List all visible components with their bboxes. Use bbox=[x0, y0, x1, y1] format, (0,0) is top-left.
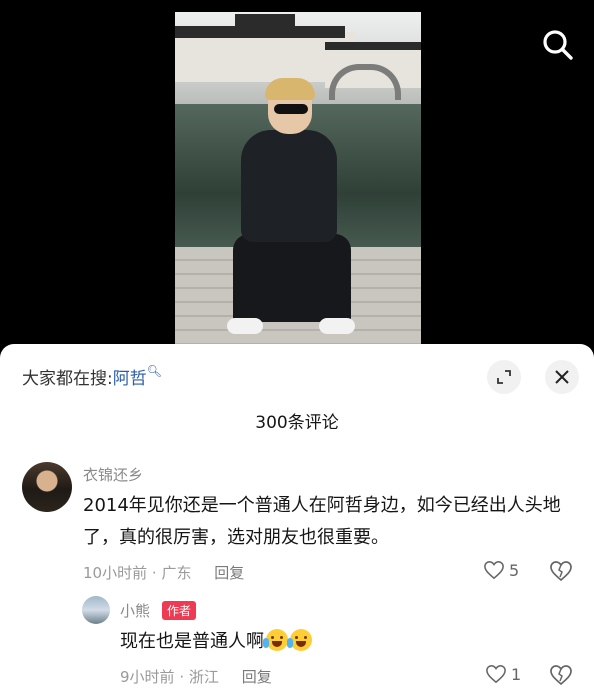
broken-heart-icon bbox=[550, 665, 572, 686]
hot-search-bar[interactable]: 大家都在搜:阿哲🔍︎ bbox=[22, 364, 162, 389]
like-button[interactable]: 5 bbox=[483, 560, 519, 580]
expand-button[interactable] bbox=[487, 360, 521, 394]
video-frame bbox=[175, 12, 421, 344]
comment-username[interactable]: 衣锦还乡 bbox=[83, 464, 143, 485]
comment-meta: 10小时前 · 广东 回复 bbox=[83, 564, 245, 582]
comment-text: 2014年见你还是一个普通人在阿哲身边，如今已经出人头地了，真的很厉害，选对朋友… bbox=[83, 495, 561, 548]
comment-meta: 9小时前 · 浙江 回复 bbox=[120, 668, 272, 686]
comments-panel: 大家都在搜:阿哲🔍︎ 300条评论 衣锦还乡 2014年见你还是一个普通人在阿哲… bbox=[0, 344, 594, 693]
avatar[interactable] bbox=[22, 462, 72, 512]
like-count: 1 bbox=[511, 664, 522, 684]
heart-icon bbox=[484, 561, 504, 580]
dislike-button[interactable] bbox=[549, 560, 573, 586]
like-button[interactable]: 1 bbox=[485, 664, 521, 684]
close-button[interactable] bbox=[545, 360, 579, 394]
broken-heart-icon bbox=[550, 561, 572, 582]
reply-button[interactable]: 回复 bbox=[242, 668, 272, 686]
avatar[interactable] bbox=[82, 596, 110, 624]
comment-count: 300条评论 bbox=[255, 413, 339, 433]
close-icon bbox=[555, 370, 569, 384]
expand-icon bbox=[497, 370, 511, 384]
crying-laughing-emoji bbox=[287, 629, 312, 651]
like-count: 5 bbox=[509, 560, 520, 580]
comment-location: 浙江 bbox=[188, 668, 219, 686]
dislike-button[interactable] bbox=[549, 664, 573, 690]
search-icon[interactable] bbox=[538, 25, 578, 65]
video-player[interactable] bbox=[0, 0, 594, 350]
comment-time: 9小时前 bbox=[120, 668, 175, 686]
heart-icon bbox=[486, 665, 506, 684]
comment-time: 10小时前 bbox=[83, 564, 148, 582]
hot-search-prefix: 大家都在搜: bbox=[22, 369, 113, 389]
reply-button[interactable]: 回复 bbox=[214, 564, 244, 582]
comment-location: 广东 bbox=[161, 564, 192, 582]
comment-text: 现在也是普通人啊 bbox=[120, 626, 520, 658]
crying-laughing-emoji bbox=[263, 629, 288, 651]
comment-username[interactable]: 小熊 bbox=[120, 600, 150, 621]
small-search-icon: 🔍︎ bbox=[146, 364, 162, 378]
hot-search-keyword[interactable]: 阿哲 bbox=[113, 369, 147, 389]
author-badge: 作者 bbox=[162, 601, 197, 620]
